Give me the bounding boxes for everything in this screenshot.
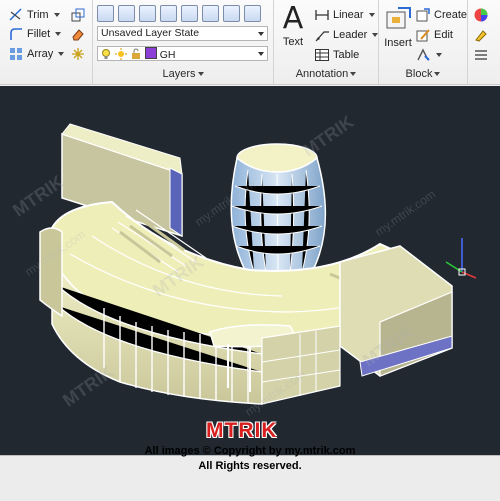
text-label: Text bbox=[282, 36, 304, 48]
insert-icon bbox=[386, 7, 411, 29]
building-3d-model bbox=[39, 123, 477, 405]
linear-button[interactable]: Linear bbox=[314, 7, 375, 23]
current-layer-dropdown[interactable]: GH bbox=[97, 46, 268, 61]
insert-button[interactable]: Insert bbox=[382, 6, 414, 49]
erase-icon[interactable] bbox=[70, 26, 86, 42]
mtrik-logo: MTRIK bbox=[206, 419, 278, 442]
drawing-viewport[interactable]: MTRIK MTRIK MTRIK MTRIK MTRIK my.mtrik.c… bbox=[0, 86, 500, 455]
layers-panel-title[interactable]: Layers bbox=[93, 68, 273, 80]
block-panel: Insert Create Edit Block bbox=[379, 0, 468, 84]
create-button[interactable]: Create bbox=[415, 7, 467, 23]
lock-icon bbox=[131, 48, 140, 59]
table-button[interactable]: Table bbox=[314, 47, 359, 63]
sun-icon bbox=[114, 48, 127, 60]
create-label: Create bbox=[434, 9, 468, 21]
array-icon bbox=[10, 48, 22, 60]
block-attribute-button[interactable] bbox=[415, 47, 442, 63]
leader-label: Leader bbox=[333, 29, 368, 41]
layer-properties-icon[interactable] bbox=[97, 5, 114, 22]
edit-label: Edit bbox=[434, 29, 453, 41]
layer-tools-row bbox=[97, 5, 261, 22]
layer-previous-icon[interactable] bbox=[139, 5, 156, 22]
layers-panel: Unsaved Layer State GH Layers bbox=[93, 0, 274, 84]
table-label: Table bbox=[333, 49, 360, 61]
lightbulb-icon bbox=[102, 49, 110, 59]
leader-icon bbox=[315, 31, 329, 42]
properties-panel bbox=[468, 0, 500, 84]
scale-icon[interactable] bbox=[70, 7, 86, 23]
ucs-icon[interactable] bbox=[445, 238, 477, 279]
list-icon[interactable] bbox=[473, 47, 489, 63]
layer-lock-icon[interactable] bbox=[223, 5, 240, 22]
table-icon bbox=[315, 49, 329, 61]
block-panel-title[interactable]: Block bbox=[379, 68, 467, 80]
array-label: Array bbox=[27, 48, 54, 60]
layer-match-icon[interactable] bbox=[118, 5, 135, 22]
layer-off-icon[interactable] bbox=[202, 5, 219, 22]
leader-button[interactable]: Leader bbox=[314, 27, 379, 43]
layer-state-dropdown[interactable]: Unsaved Layer State bbox=[97, 26, 268, 41]
trim-button[interactable]: Trim bbox=[8, 7, 60, 23]
modify-panel: Trim Fillet Array bbox=[0, 0, 93, 84]
text-button[interactable]: A Text bbox=[280, 1, 306, 49]
linear-icon bbox=[315, 10, 329, 20]
explode-icon[interactable] bbox=[70, 46, 86, 62]
annotation-panel: A Text Linear Leader Table Annotation bbox=[274, 0, 379, 84]
fillet-icon bbox=[10, 28, 22, 40]
insert-label: Insert bbox=[384, 37, 412, 49]
layer-walk-icon[interactable] bbox=[244, 5, 261, 22]
array-button[interactable]: Array bbox=[8, 46, 65, 62]
fillet-label: Fillet bbox=[27, 28, 51, 40]
layer-freeze-icon[interactable] bbox=[181, 5, 198, 22]
edit-button[interactable]: Edit bbox=[415, 27, 453, 43]
layer-color-swatch bbox=[144, 47, 157, 59]
layer-isolate-icon[interactable] bbox=[160, 5, 177, 22]
fillet-button[interactable]: Fillet bbox=[8, 26, 62, 42]
trim-label: Trim bbox=[27, 9, 49, 21]
attribute-icon bbox=[417, 48, 430, 61]
edit-icon bbox=[416, 29, 430, 42]
copyright-line-1: All images © Copyright by my.mtrik.com bbox=[144, 445, 356, 457]
trim-icon bbox=[9, 8, 22, 21]
layer-state-value: Unsaved Layer State bbox=[101, 27, 200, 39]
linear-label: Linear bbox=[333, 9, 364, 21]
ribbon: Trim Fillet Array Unsaved Layer State GH… bbox=[0, 0, 500, 85]
annotation-panel-title[interactable]: Annotation bbox=[274, 68, 378, 80]
text-icon: A bbox=[282, 1, 304, 36]
current-layer-name: GH bbox=[159, 49, 176, 61]
color-wheel-icon[interactable] bbox=[473, 7, 489, 23]
create-icon bbox=[416, 8, 430, 22]
copyright-line-2: All Rights reserved. bbox=[198, 460, 302, 472]
match-properties-icon[interactable] bbox=[473, 27, 489, 43]
